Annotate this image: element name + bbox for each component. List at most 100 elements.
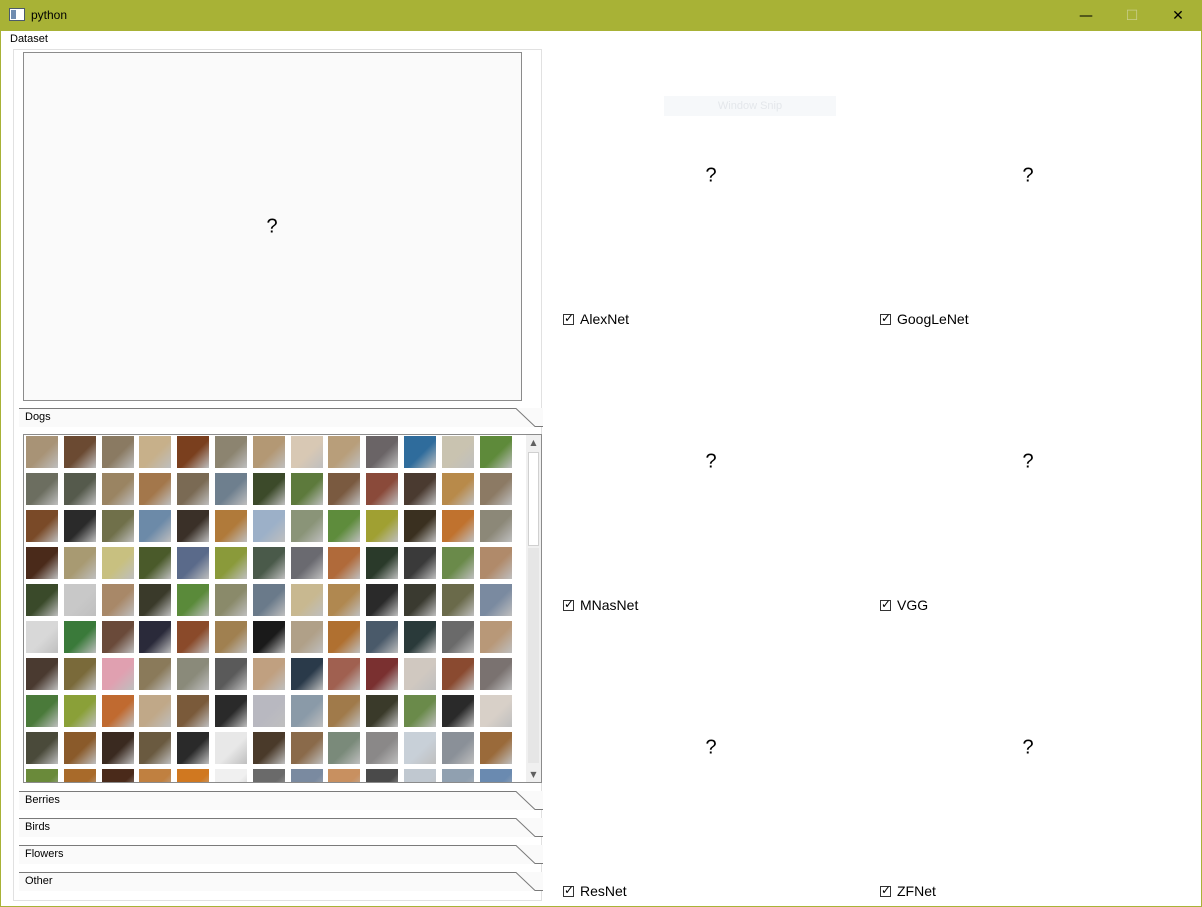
dog-thumbnail[interactable] [441,732,474,764]
dog-thumbnail[interactable] [101,769,134,782]
dog-thumbnail[interactable] [479,473,512,505]
dog-thumbnail[interactable] [290,695,323,727]
dog-thumbnail[interactable] [177,547,210,579]
dog-thumbnail[interactable] [479,510,512,542]
close-button[interactable]: ✕ [1155,0,1201,31]
dog-thumbnail[interactable] [26,769,58,782]
dog-thumbnail[interactable] [290,473,323,505]
dog-thumbnail[interactable] [366,473,399,505]
dog-thumbnail[interactable] [290,547,323,579]
dog-thumbnail[interactable] [101,510,134,542]
dog-thumbnail[interactable] [328,658,361,690]
vgg-checkbox[interactable]: VGG [880,597,928,613]
tab-dogs[interactable]: Dogs [19,408,543,427]
dog-thumbnail[interactable] [177,621,210,653]
dog-thumbnail[interactable] [63,584,96,616]
dog-thumbnail[interactable] [63,658,96,690]
maximize-button[interactable]: ☐ [1109,0,1155,31]
dog-thumbnail[interactable] [26,547,58,579]
zfnet-checkbox[interactable]: ZFNet [880,883,936,899]
dog-thumbnail[interactable] [252,621,285,653]
dog-thumbnail[interactable] [63,510,96,542]
dog-thumbnail[interactable] [441,473,474,505]
dog-thumbnail[interactable] [63,769,96,782]
dog-thumbnail[interactable] [366,695,399,727]
dog-thumbnail[interactable] [215,621,247,653]
dog-thumbnail[interactable] [404,695,436,727]
dog-thumbnail[interactable] [404,584,436,616]
dog-thumbnail[interactable] [441,658,474,690]
dog-thumbnail[interactable] [479,584,512,616]
dog-thumbnail[interactable] [215,769,247,782]
dog-thumbnail[interactable] [252,584,285,616]
dog-thumbnail[interactable] [366,510,399,542]
mnasnet-checkbox[interactable]: MNasNet [563,597,638,613]
scroll-down-icon[interactable]: ▼ [526,768,541,781]
dog-thumbnail[interactable] [328,436,361,468]
dog-thumbnail[interactable] [290,732,323,764]
dog-thumbnail[interactable] [441,621,474,653]
dog-thumbnail[interactable] [252,769,285,782]
dog-thumbnail[interactable] [63,547,96,579]
dog-thumbnail[interactable] [139,621,172,653]
dog-thumbnail[interactable] [404,658,436,690]
dog-thumbnail[interactable] [252,695,285,727]
dog-thumbnail[interactable] [215,510,247,542]
dog-thumbnail[interactable] [139,658,172,690]
dog-thumbnail[interactable] [366,621,399,653]
dog-thumbnail[interactable] [404,436,436,468]
dog-thumbnail[interactable] [404,732,436,764]
dog-thumbnail[interactable] [252,436,285,468]
dog-thumbnail[interactable] [290,769,323,782]
dog-thumbnail[interactable] [479,547,512,579]
dog-thumbnail[interactable] [26,732,58,764]
dog-thumbnail[interactable] [366,584,399,616]
dog-thumbnail[interactable] [63,732,96,764]
resnet-checkbox[interactable]: ResNet [563,883,627,899]
dog-thumbnail[interactable] [139,732,172,764]
dog-thumbnail[interactable] [139,547,172,579]
dog-thumbnail[interactable] [26,658,58,690]
tab-flowers[interactable]: Flowers [19,845,543,864]
dog-thumbnail[interactable] [139,510,172,542]
dog-thumbnail[interactable] [290,621,323,653]
googlenet-checkbox[interactable]: GoogLeNet [880,311,969,327]
dog-thumbnail[interactable] [479,621,512,653]
dog-thumbnail[interactable] [366,658,399,690]
dog-thumbnail[interactable] [441,547,474,579]
tab-birds[interactable]: Birds [19,818,543,837]
dog-thumbnail[interactable] [63,695,96,727]
tab-other[interactable]: Other [19,872,543,891]
dog-thumbnail[interactable] [215,436,247,468]
dog-thumbnail[interactable] [139,695,172,727]
tab-berries[interactable]: Berries [19,791,543,810]
dog-thumbnail[interactable] [26,621,58,653]
vgg-check-icon[interactable] [880,597,891,611]
dogs-thumbnail-gallery[interactable]: ▲ ▼ [23,434,542,783]
dog-thumbnail[interactable] [290,510,323,542]
dog-thumbnail[interactable] [177,769,210,782]
dog-thumbnail[interactable] [215,584,247,616]
dog-thumbnail[interactable] [441,510,474,542]
dog-thumbnail[interactable] [63,473,96,505]
dog-thumbnail[interactable] [366,436,399,468]
dog-thumbnail[interactable] [26,695,58,727]
alexnet-check-icon[interactable] [563,311,574,325]
dog-thumbnail[interactable] [404,621,436,653]
dog-thumbnail[interactable] [252,547,285,579]
dog-thumbnail[interactable] [215,695,247,727]
dog-thumbnail[interactable] [479,658,512,690]
dog-thumbnail[interactable] [177,732,210,764]
googlenet-check-icon[interactable] [880,311,891,325]
dog-thumbnail[interactable] [252,510,285,542]
dog-thumbnail[interactable] [101,621,134,653]
dog-thumbnail[interactable] [366,547,399,579]
dog-thumbnail[interactable] [441,436,474,468]
gallery-scrollbar[interactable]: ▲ ▼ [526,435,541,782]
dog-thumbnail[interactable] [101,658,134,690]
minimize-button[interactable]: — [1063,0,1109,31]
dog-thumbnail[interactable] [101,473,134,505]
scroll-thumb[interactable] [528,452,539,546]
dog-thumbnail[interactable] [290,584,323,616]
dog-thumbnail[interactable] [26,510,58,542]
